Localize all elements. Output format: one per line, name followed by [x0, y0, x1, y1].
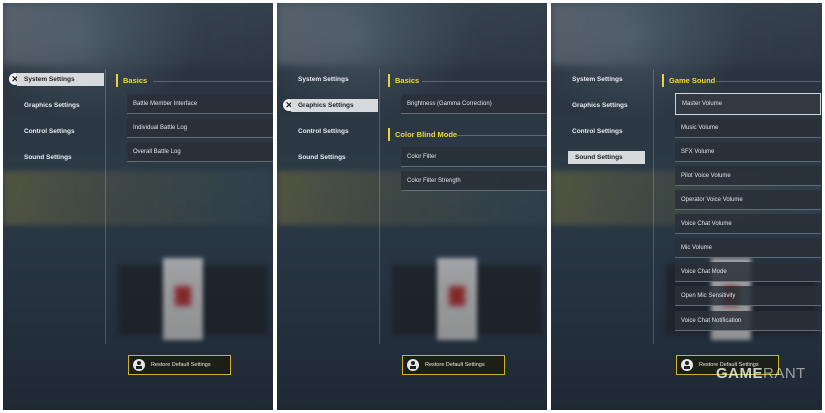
sidebar-item-sound-settings[interactable]: Sound Settings: [568, 151, 645, 164]
sidebar-item-control-settings[interactable]: Control Settings: [565, 125, 623, 138]
setting-row-open-mic-sensitivity[interactable]: Open Mic Sensitivity: [675, 286, 821, 306]
panel-divider: [379, 69, 380, 344]
settings-panel-sound: System Settings Graphics Settings Contro…: [551, 3, 822, 410]
sidebar-item-graphics-settings[interactable]: Graphics Settings: [17, 99, 80, 112]
setting-row-mic-volume[interactable]: Mic Volume: [675, 238, 821, 258]
setting-row-voice-chat-mode[interactable]: Voice Chat Mode: [675, 262, 821, 282]
setting-row-music-volume[interactable]: Music Volume: [675, 118, 821, 138]
setting-row-battle-member-interface[interactable]: Battle Member Interface: [127, 94, 273, 114]
setting-row-master-volume[interactable]: Master Volume: [675, 93, 821, 115]
section-rule: [153, 81, 273, 82]
restore-icon: [133, 359, 145, 371]
blurred-background-card: [437, 258, 477, 340]
sidebar-item-control-settings[interactable]: Control Settings: [17, 125, 75, 138]
setting-row-voice-chat-notification[interactable]: Voice Chat Notification: [675, 311, 821, 331]
setting-row-overall-battle-log[interactable]: Overall Battle Log: [127, 142, 273, 162]
sidebar-item-sound-settings[interactable]: Sound Settings: [291, 151, 346, 164]
blurred-header: [3, 3, 273, 65]
restore-icon: [681, 359, 693, 371]
gamerant-watermark: GAMERANT: [716, 365, 806, 382]
section-title-color-blind-mode: Color Blind Mode: [388, 128, 457, 141]
setting-row-color-filter-strength[interactable]: Color Filter Strength: [401, 171, 547, 191]
setting-row-color-filter[interactable]: Color Filter: [401, 147, 547, 167]
setting-row-brightness[interactable]: Brightness (Gamma Correction): [401, 94, 547, 114]
settings-panel-system: ✕ System Settings Graphics Settings Cont…: [3, 3, 273, 410]
restore-default-button[interactable]: Restore Default Settings: [402, 355, 505, 375]
section-rule: [716, 81, 821, 82]
watermark-accent: RANT: [763, 365, 806, 382]
blurred-background-card: [163, 258, 203, 340]
sidebar-item-graphics-settings[interactable]: Graphics Settings: [291, 99, 378, 112]
setting-row-voice-chat-volume[interactable]: Voice Chat Volume: [675, 214, 821, 234]
watermark-main: GAME: [716, 365, 763, 382]
setting-row-pilot-voice-volume[interactable]: Pilot Voice Volume: [675, 166, 821, 186]
panel-divider: [653, 69, 654, 344]
restore-default-label: Restore Default Settings: [425, 362, 485, 368]
settings-panel-graphics: System Settings ✕ Graphics Settings Cont…: [277, 3, 547, 410]
blurred-header: [277, 3, 547, 65]
setting-row-individual-battle-log[interactable]: Individual Battle Log: [127, 118, 273, 138]
section-rule: [457, 135, 547, 136]
section-title-game-sound: Game Sound: [662, 74, 715, 87]
sidebar-item-sound-settings[interactable]: Sound Settings: [17, 151, 72, 164]
restore-default-label: Restore Default Settings: [151, 362, 211, 368]
sidebar-item-system-settings[interactable]: System Settings: [565, 73, 623, 86]
restore-icon: [407, 359, 419, 371]
section-title-basics: Basics: [388, 74, 419, 87]
sidebar-item-graphics-settings[interactable]: Graphics Settings: [565, 99, 628, 112]
setting-row-operator-voice-volume[interactable]: Operator Voice Volume: [675, 190, 821, 210]
setting-row-sfx-volume[interactable]: SFX Volume: [675, 142, 821, 162]
sidebar-item-control-settings[interactable]: Control Settings: [291, 125, 349, 138]
blurred-header: [551, 3, 822, 65]
sidebar-item-system-settings[interactable]: System Settings: [17, 73, 104, 86]
panel-divider: [105, 69, 106, 344]
sidebar-item-system-settings[interactable]: System Settings: [291, 73, 349, 86]
blurred-background-band: [3, 171, 273, 225]
section-title-basics: Basics: [116, 74, 147, 87]
restore-default-button[interactable]: Restore Default Settings: [128, 355, 231, 375]
section-rule: [422, 81, 547, 82]
